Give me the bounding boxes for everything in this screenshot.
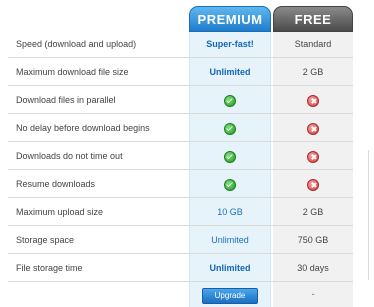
free-value: 750 GB bbox=[297, 235, 329, 245]
free-footer: - bbox=[273, 282, 353, 307]
table-row: Download files in parallel bbox=[8, 86, 353, 114]
feature-label: No delay before download begins bbox=[16, 123, 150, 133]
free-header: FREE bbox=[273, 6, 353, 32]
free-value: 2 GB bbox=[302, 207, 324, 217]
plan-comparison-table: PREMIUM FREE Speed (download and upload)… bbox=[0, 0, 374, 307]
feature-label: Storage space bbox=[16, 235, 75, 245]
feature-label: Downloads do not time out bbox=[16, 151, 123, 161]
free-value bbox=[273, 142, 353, 170]
upgrade-button[interactable]: Upgrade bbox=[202, 288, 258, 304]
table-footer-row: Upgrade - bbox=[8, 282, 353, 307]
table-row: Maximum download file size Unlimited 2 G… bbox=[8, 58, 353, 86]
feature-label: Resume downloads bbox=[16, 179, 96, 189]
free-footer-value: - bbox=[311, 289, 315, 299]
premium-header: PREMIUM bbox=[189, 6, 271, 32]
feature-label: Maximum download file size bbox=[16, 67, 129, 77]
feature-label: Maximum upload size bbox=[16, 207, 104, 217]
table-row: No delay before download begins bbox=[8, 114, 353, 142]
free-value bbox=[273, 170, 353, 198]
feature-label: Speed (download and upload) bbox=[16, 39, 137, 49]
cross-icon bbox=[307, 178, 319, 191]
feature-label: File storage time bbox=[16, 263, 83, 273]
premium-value: Super-fast! bbox=[206, 39, 254, 49]
free-value: 2 GB bbox=[302, 67, 324, 77]
premium-value: 10 GB bbox=[217, 207, 243, 217]
table-row: Maximum upload size 10 GB 2 GB bbox=[8, 198, 353, 226]
table-row: Resume downloads bbox=[8, 170, 353, 198]
premium-value bbox=[189, 114, 271, 142]
premium-value: Unlimited bbox=[211, 235, 249, 245]
free-value bbox=[273, 114, 353, 142]
feature-label: Download files in parallel bbox=[16, 95, 116, 105]
check-icon bbox=[224, 178, 236, 191]
premium-footer: Upgrade bbox=[189, 282, 271, 307]
premium-value bbox=[189, 86, 271, 114]
free-value bbox=[273, 86, 353, 114]
table-row: Storage space Unlimited 750 GB bbox=[8, 226, 353, 254]
cross-icon bbox=[307, 122, 319, 135]
cross-icon bbox=[307, 94, 319, 107]
free-value: 30 days bbox=[297, 263, 329, 273]
table-row: Downloads do not time out bbox=[8, 142, 353, 170]
table-row: File storage time Unlimited 30 days bbox=[8, 254, 353, 282]
cross-icon bbox=[307, 150, 319, 163]
table-row: Speed (download and upload) Super-fast! … bbox=[8, 30, 353, 58]
check-icon bbox=[224, 150, 236, 163]
premium-value: Unlimited bbox=[209, 263, 251, 273]
premium-value: Unlimited bbox=[209, 67, 251, 77]
free-value: Standard bbox=[294, 39, 332, 49]
check-icon bbox=[224, 94, 236, 107]
premium-value bbox=[189, 170, 271, 198]
side-divider bbox=[368, 150, 374, 280]
premium-value bbox=[189, 142, 271, 170]
check-icon bbox=[224, 122, 236, 135]
